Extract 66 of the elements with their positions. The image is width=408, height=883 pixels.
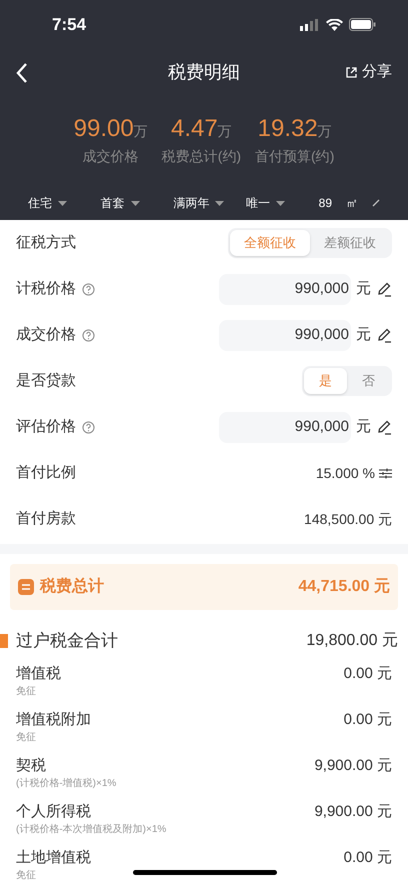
caret-icon — [130, 200, 140, 206]
sliders-icon[interactable] — [379, 468, 392, 478]
field-label: 征税方式 — [16, 232, 76, 253]
signal-icon — [300, 18, 320, 30]
filter-dropdown[interactable]: 住宅 — [28, 194, 101, 212]
field-label: 计税价格 — [16, 278, 76, 299]
caret-icon — [58, 200, 67, 206]
filter-dropdown[interactable]: 满两年 — [173, 194, 246, 212]
tax-note: (计税价格-增值税)×1% — [16, 776, 116, 790]
field-label: 首付比例 — [16, 462, 76, 483]
unit-label: 元 — [356, 416, 371, 437]
total-label: 税费总计 — [40, 576, 104, 597]
page-title: 税费明细 — [168, 61, 240, 84]
summary-value: 99.00万 — [74, 114, 148, 144]
tax-name: 契税 — [16, 756, 47, 776]
tax-note: 免征 — [16, 868, 37, 882]
tax-amount: 0.00 元 — [344, 664, 392, 684]
section-amount: 19,800.00 元 — [306, 630, 398, 651]
share-button[interactable]: 分享 — [346, 61, 392, 84]
help-icon[interactable] — [82, 282, 95, 296]
list-icon — [18, 579, 34, 595]
edit-icon[interactable] — [376, 327, 392, 343]
caret-icon — [276, 200, 285, 206]
field-label: 是否贷款 — [16, 370, 76, 391]
unit-label: 元 — [356, 324, 371, 345]
summary-value: 19.32万 — [258, 114, 332, 144]
total-amount: 44,715.00 元 — [298, 577, 390, 597]
tax-amount: 9,900.00 元 — [314, 756, 392, 776]
tax-amount: 9,900.00 元 — [314, 802, 392, 822]
edit-icon[interactable] — [376, 419, 392, 435]
status-time: 7:54 — [52, 14, 86, 36]
field-value: 148,500.00 元 — [304, 510, 392, 528]
tax-name: 个人所得税 — [16, 802, 92, 822]
field-label: 成交价格 — [16, 324, 76, 345]
share-icon — [346, 67, 357, 78]
help-icon[interactable] — [82, 328, 95, 342]
summary-label: 税费总计(约) — [162, 147, 242, 166]
tax-name: 增值税附加 — [16, 710, 91, 730]
tax-note: 免征 — [16, 730, 37, 744]
filter-dropdown[interactable]: 唯一 — [246, 194, 319, 212]
summary-label: 首付预算(约) — [255, 147, 334, 166]
tax-note: 免征 — [16, 684, 37, 698]
field-label: 评估价格 — [16, 416, 76, 437]
edit-icon[interactable] — [376, 281, 392, 297]
tax-note: (计税价格-本次增值税及附加)×1% — [16, 822, 166, 836]
field-label: 首付房款 — [16, 508, 76, 529]
unit-label: 元 — [356, 278, 371, 299]
section-marker — [0, 634, 8, 648]
section-title: 过户税金合计 — [16, 630, 118, 652]
tax-amount: 0.00 元 — [344, 848, 392, 868]
summary-label: 成交价格 — [82, 147, 139, 166]
filter-dropdown[interactable]: 首套 — [100, 194, 174, 212]
battery-icon — [349, 18, 376, 31]
wifi-icon — [326, 18, 343, 30]
summary-value: 4.47万 — [171, 114, 232, 144]
price-input[interactable]: 990,000 — [219, 274, 351, 304]
help-icon[interactable] — [82, 420, 95, 434]
tax-name: 土地增值税 — [16, 848, 91, 868]
tax-amount: 0.00 元 — [344, 710, 392, 730]
caret-icon — [215, 200, 224, 206]
area-field[interactable]: 89 ㎡ — [318, 194, 380, 212]
price-input[interactable]: 990,000 — [219, 412, 351, 442]
field-value: 15.000 % — [316, 464, 375, 482]
tax-name: 增值税 — [16, 664, 61, 684]
price-input[interactable]: 990,000 — [219, 320, 351, 350]
edit-icon — [372, 199, 380, 207]
